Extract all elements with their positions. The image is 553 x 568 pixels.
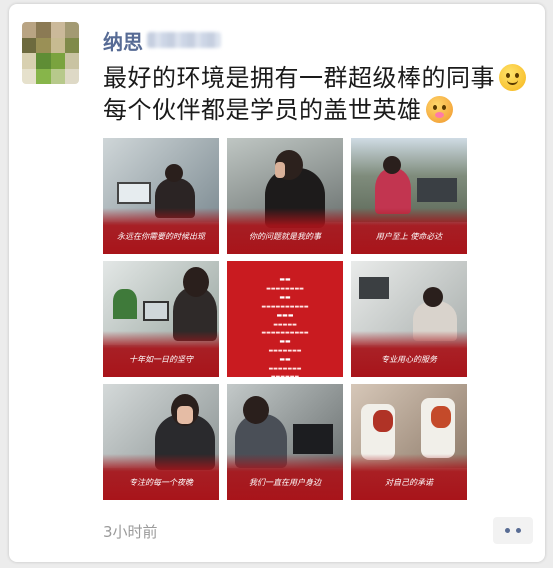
blurred-name-suffix bbox=[147, 32, 221, 48]
post-line-1: 最好的环境是拥有一群超级棒的同事 bbox=[103, 62, 533, 94]
post-line-2: 每个伙伴都是学员的盖世英雄 bbox=[103, 94, 533, 126]
post-timestamp: 3小时前 bbox=[103, 523, 158, 541]
photo-tile-6[interactable]: 专业用心的服务 bbox=[351, 261, 467, 377]
red-info-tile[interactable]: ▬▬ ▬▬▬▬▬▬▬▬ ▬▬ ▬▬▬▬▬▬▬▬▬▬ ▬▬▬ ▬▬▬▬▬ ▬▬▬▬▬▬▬▬… bbox=[227, 261, 343, 377]
author-row: 纳思 bbox=[103, 26, 221, 55]
post-line-2-text: 每个伙伴都是学员的盖世英雄 bbox=[103, 96, 422, 124]
moments-post-card: 纳思 最好的环境是拥有一群超级棒的同事 每个伙伴都是学员的盖世英雄 永远在你需要… bbox=[9, 4, 545, 562]
tile-caption: 用户至上 使命必达 bbox=[375, 232, 443, 241]
post-text: 最好的环境是拥有一群超级棒的同事 每个伙伴都是学员的盖世英雄 bbox=[103, 62, 533, 126]
photo-tile-8[interactable]: 我们一直在用户身边 bbox=[227, 384, 343, 500]
dot-icon bbox=[516, 528, 521, 533]
photo-tile-3[interactable]: 用户至上 使命必达 bbox=[351, 138, 467, 254]
avatar[interactable] bbox=[22, 22, 79, 84]
more-actions-button[interactable] bbox=[493, 517, 533, 544]
post-line-1-text: 最好的环境是拥有一群超级棒的同事 bbox=[103, 64, 495, 92]
hot-face-icon bbox=[425, 96, 453, 123]
photo-tile-7[interactable]: 专注的每一个夜晚 bbox=[103, 384, 219, 500]
photo-tile-1[interactable]: 永远在你需要的时候出现 bbox=[103, 138, 219, 254]
photo-tile-9[interactable]: 对自己的承诺 bbox=[351, 384, 467, 500]
tile-caption: 你的问题就是我的事 bbox=[249, 232, 321, 241]
tile-caption: 我们一直在用户身边 bbox=[249, 478, 321, 487]
photo-tile-2[interactable]: 你的问题就是我的事 bbox=[227, 138, 343, 254]
tile-caption: 专业用心的服务 bbox=[381, 355, 437, 364]
dot-icon bbox=[505, 528, 510, 533]
tile-caption: 对自己的承诺 bbox=[385, 478, 433, 487]
tile-caption: 专注的每一个夜晚 bbox=[129, 478, 193, 487]
photo-grid: 永远在你需要的时候出现 你的问题就是我的事 用户至上 使命必达 十年如一日的坚守… bbox=[103, 138, 467, 500]
smiling-face-icon bbox=[499, 64, 526, 91]
tile-caption: 永远在你需要的时候出现 bbox=[117, 232, 205, 241]
author-name[interactable]: 纳思 bbox=[103, 26, 143, 55]
red-info-list: ▬▬ ▬▬▬▬▬▬▬▬ ▬▬ ▬▬▬▬▬▬▬▬▬▬ ▬▬▬ ▬▬▬▬▬ ▬▬▬▬▬▬▬▬… bbox=[261, 276, 309, 377]
tile-caption: 十年如一日的坚守 bbox=[129, 355, 193, 364]
photo-tile-4[interactable]: 十年如一日的坚守 bbox=[103, 261, 219, 377]
